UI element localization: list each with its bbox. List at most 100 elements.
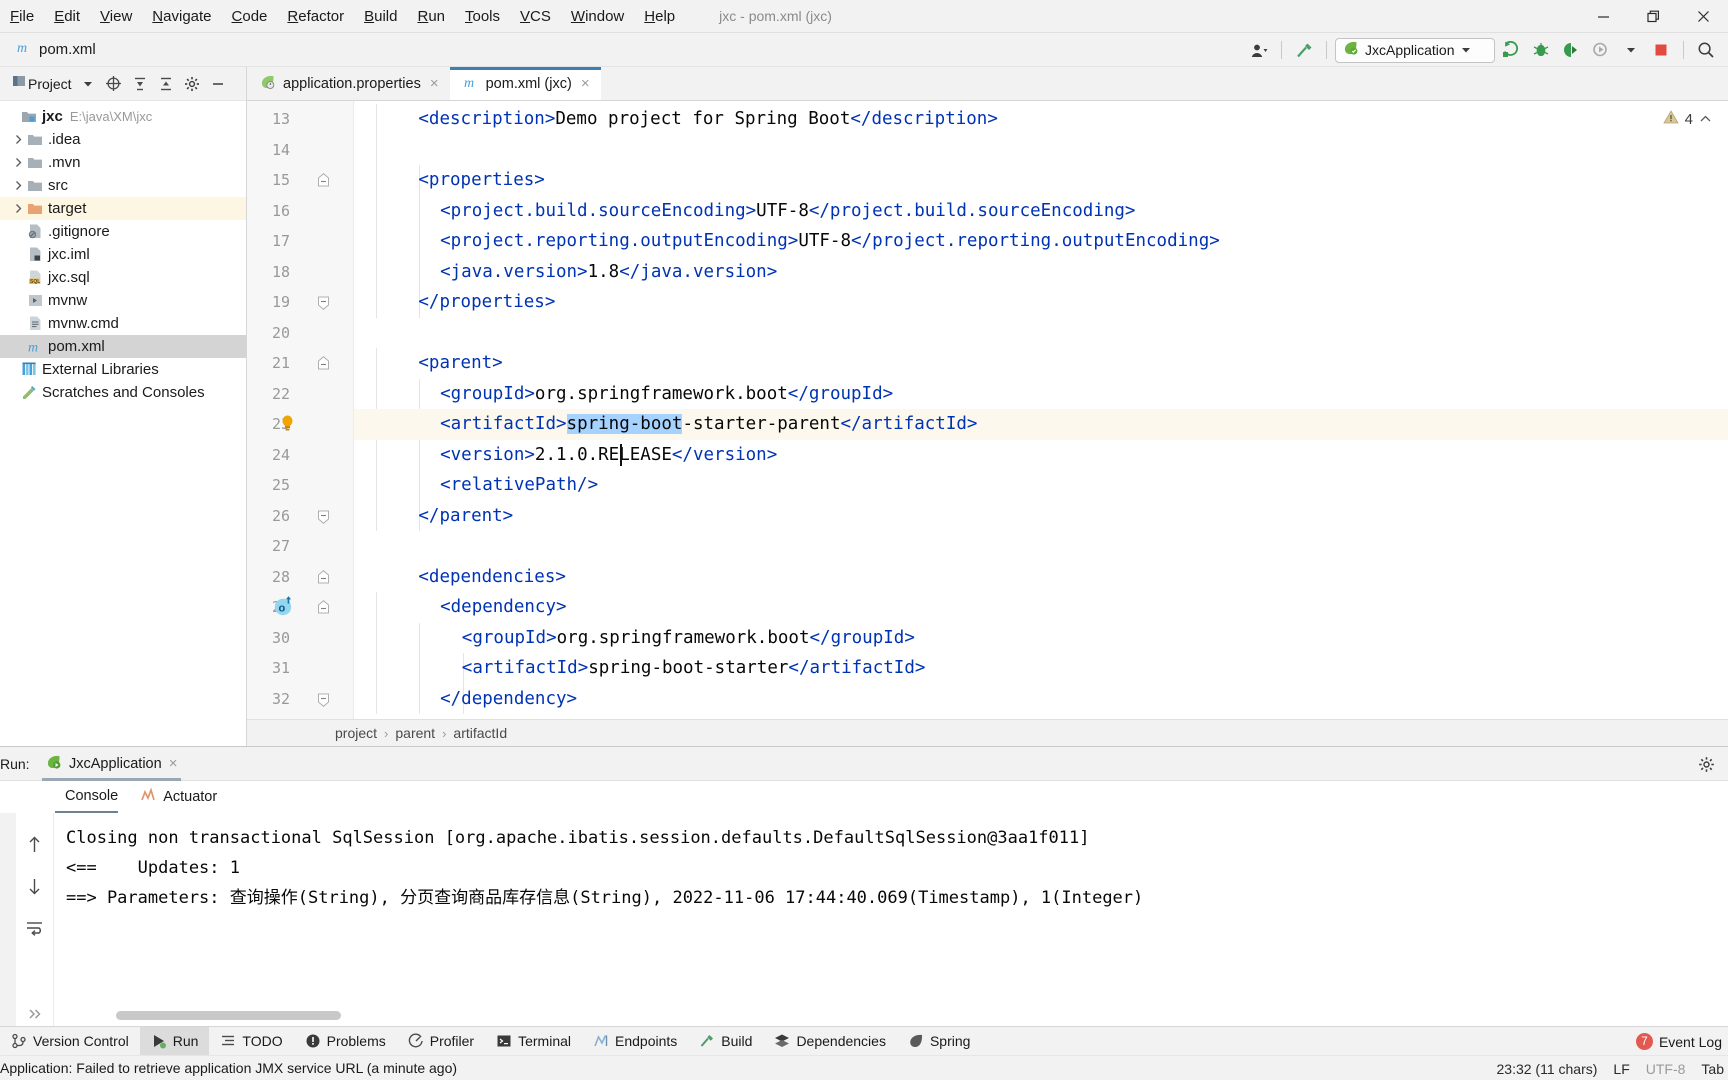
chevron-right-icon[interactable]	[10, 203, 26, 214]
tree-item-gitignore[interactable]: .gitignore	[0, 220, 246, 243]
close-icon[interactable]	[1678, 0, 1728, 33]
run-configuration-selector[interactable]: JxcApplication	[1335, 37, 1495, 63]
hammer-icon[interactable]	[1290, 37, 1318, 63]
menu-item-navigate[interactable]: Navigate	[142, 4, 221, 29]
fold-end-icon[interactable]	[317, 509, 330, 524]
bottom-tab-terminal[interactable]: Terminal	[485, 1027, 582, 1056]
code-line[interactable]: <dependencies>	[354, 562, 1728, 593]
indent-setting[interactable]: Tab	[1701, 1061, 1724, 1077]
stop-icon[interactable]	[1647, 37, 1675, 63]
run-icon[interactable]	[1497, 37, 1525, 63]
tree-item-jxc[interactable]: jxc E:\java\XM\jxc	[0, 105, 246, 128]
tree-item-mvnw[interactable]: mvnw	[0, 289, 246, 312]
code-line[interactable]	[354, 135, 1728, 166]
bottom-tab-endpoints[interactable]: Endpoints	[582, 1027, 688, 1056]
bottom-tab-dependencies[interactable]: Dependencies	[763, 1027, 897, 1056]
scroll-down-icon[interactable]	[22, 875, 48, 899]
close-icon[interactable]: ×	[430, 75, 439, 92]
run-subtab-console[interactable]: Console	[55, 781, 119, 813]
menu-item-view[interactable]: View	[90, 4, 142, 29]
chevron-right-icon[interactable]	[10, 180, 26, 191]
run-tab-jxcapplication[interactable]: JxcApplication ×	[36, 747, 187, 781]
menu-item-run[interactable]: Run	[407, 4, 455, 29]
locate-icon[interactable]	[102, 72, 126, 96]
bottom-tab-version-control[interactable]: Version Control	[0, 1027, 140, 1056]
profiler-icon[interactable]	[1587, 37, 1615, 63]
code-line[interactable]: <relativePath/>	[354, 470, 1728, 501]
minimize-icon[interactable]	[1578, 0, 1628, 33]
menu-item-tools[interactable]: Tools	[455, 4, 510, 29]
tree-item-jxc-iml[interactable]: jxc.iml	[0, 243, 246, 266]
bottom-tab-profiler[interactable]: Profiler	[397, 1027, 485, 1056]
tree-item-pom-xml[interactable]: m pom.xml	[0, 335, 246, 358]
fold-collapse-icon[interactable]	[317, 600, 330, 614]
code-line[interactable]: <properties>	[354, 165, 1728, 196]
run-subtab-actuator[interactable]: Actuator	[118, 781, 217, 813]
tree-item-scratches-and-consoles[interactable]: Scratches and Consoles	[0, 381, 246, 404]
soft-wrap-icon[interactable]	[22, 917, 48, 941]
override-method-icon[interactable]: o	[273, 595, 295, 622]
breadcrumb-item-project[interactable]: project	[335, 725, 377, 741]
scroll-up-icon[interactable]	[22, 833, 48, 857]
breadcrumb-item-artifactid[interactable]: artifactId	[453, 725, 507, 741]
menu-item-build[interactable]: Build	[354, 4, 407, 29]
tree-item-mvn[interactable]: .mvn	[0, 151, 246, 174]
menu-item-vcs[interactable]: VCS	[510, 4, 561, 29]
caret-position[interactable]: 23:32 (11 chars)	[1497, 1061, 1598, 1077]
tree-item-jxc-sql[interactable]: SQL jxc.sql	[0, 266, 246, 289]
hide-icon[interactable]	[206, 72, 230, 96]
code-editor[interactable]: 1314151617181920212223242526272829o30313…	[247, 101, 1728, 719]
chevron-right-icon[interactable]	[10, 134, 26, 145]
inspection-widget[interactable]: 4	[1662, 109, 1712, 129]
fold-collapse-icon[interactable]	[317, 356, 330, 370]
bottom-tab-build[interactable]: Build	[688, 1027, 763, 1056]
settings-icon[interactable]	[180, 72, 204, 96]
chevron-down-icon-2[interactable]	[1617, 37, 1645, 63]
code-line[interactable]: <dependency>	[354, 592, 1728, 623]
editor-tab-application-properties[interactable]: application.properties ×	[247, 67, 450, 100]
close-icon-run-tab[interactable]: ×	[169, 755, 178, 772]
close-icon[interactable]: ×	[581, 75, 590, 92]
code-line[interactable]: <version> 2.1.0.RELEASE </version>	[354, 440, 1728, 471]
fold-end-icon[interactable]	[317, 692, 330, 707]
code-line[interactable]: <java.version> 1.8 </java.version>	[354, 257, 1728, 288]
menu-item-help[interactable]: Help	[634, 4, 685, 29]
editor-tab-pom-xml[interactable]: m pom.xml (jxc) ×	[449, 67, 601, 100]
menu-item-file[interactable]: File	[0, 4, 44, 29]
collapse-all-icon[interactable]	[154, 72, 178, 96]
tree-item-idea[interactable]: .idea	[0, 128, 246, 151]
expand-icon[interactable]	[22, 1002, 48, 1026]
line-separator[interactable]: LF	[1613, 1061, 1629, 1077]
console-horizontal-scrollbar[interactable]	[116, 1011, 341, 1020]
bottom-tab-spring[interactable]: Spring	[897, 1027, 981, 1056]
intention-bulb-icon[interactable]	[279, 414, 296, 438]
fold-collapse-icon[interactable]	[317, 173, 330, 187]
account-icon[interactable]	[1245, 37, 1273, 63]
code-line[interactable]: <parent>	[354, 348, 1728, 379]
bottom-tab-run[interactable]: Run	[139, 1026, 210, 1056]
tree-item-external-libraries[interactable]: External Libraries	[0, 358, 246, 381]
run-with-coverage-icon[interactable]	[1557, 37, 1585, 63]
code-line[interactable]: <project.build.sourceEncoding> UTF-8 </pro…	[354, 196, 1728, 227]
bottom-tab-problems[interactable]: Problems	[294, 1027, 397, 1056]
code-line[interactable]: <groupId> org.springframework.boot </group…	[354, 623, 1728, 654]
code-line[interactable]	[354, 531, 1728, 562]
fold-end-icon[interactable]	[317, 295, 330, 310]
menu-item-refactor[interactable]: Refactor	[277, 4, 354, 29]
code-line[interactable]: </dependency>	[354, 684, 1728, 715]
code-line[interactable]	[354, 318, 1728, 349]
bottom-tab-todo[interactable]: TODO	[209, 1027, 293, 1056]
code-line[interactable]: </parent>	[354, 501, 1728, 532]
fold-collapse-icon[interactable]	[317, 569, 330, 583]
maximize-icon[interactable]	[1628, 0, 1678, 33]
code-line[interactable]: <description> Demo project for Spring Boo…	[354, 104, 1728, 135]
search-icon[interactable]	[1692, 37, 1720, 63]
gear-icon[interactable]	[1694, 752, 1718, 776]
tree-item-target[interactable]: target	[0, 197, 246, 220]
editor-gutter[interactable]: 1314151617181920212223242526272829o30313…	[247, 101, 354, 719]
navbar-file-name[interactable]: pom.xml	[39, 41, 96, 58]
code-line[interactable]: <artifactId> spring-boot-starter </artifac…	[354, 653, 1728, 684]
chevron-right-icon[interactable]	[10, 157, 26, 168]
menu-item-edit[interactable]: Edit	[44, 4, 90, 29]
debug-icon[interactable]	[1527, 37, 1555, 63]
